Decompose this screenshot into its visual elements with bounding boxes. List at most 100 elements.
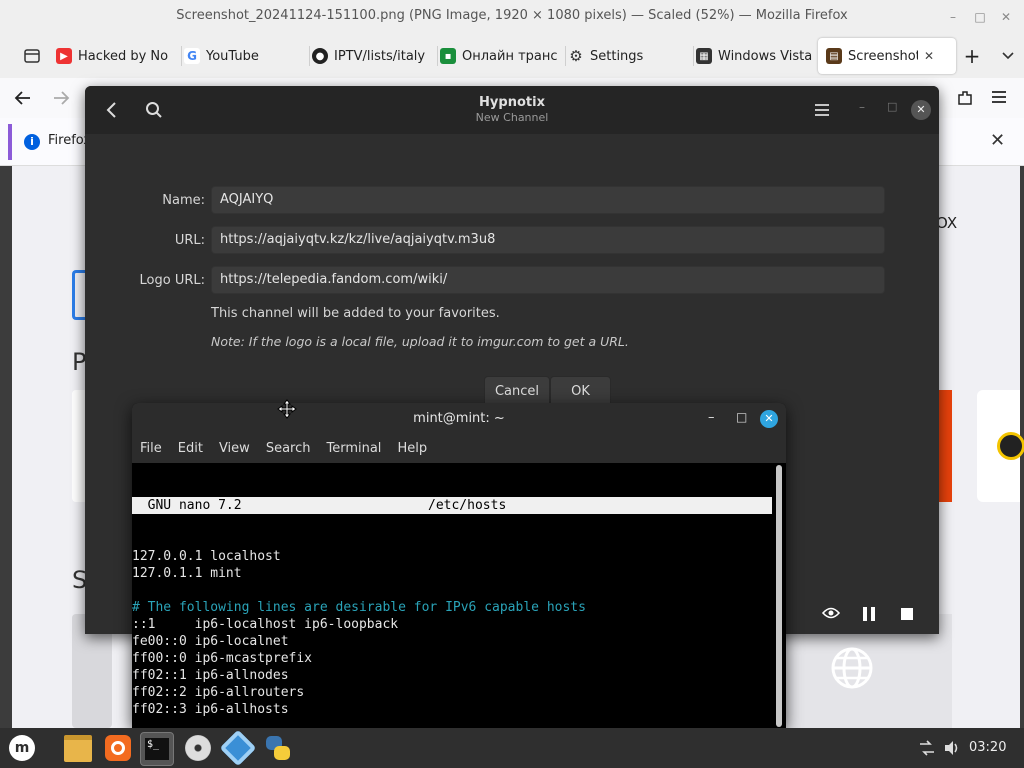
eye-icon[interactable]: [822, 606, 840, 620]
url-field[interactable]: https://aqjaiyqtv.kz/kz/live/aqjaiyqtv.m…: [211, 226, 885, 254]
menu-help[interactable]: Help: [389, 435, 435, 463]
maximize-button[interactable]: □: [971, 8, 989, 26]
minimize-button[interactable]: –: [859, 100, 871, 114]
nano-filename: /etc/hosts: [428, 498, 507, 513]
disc-icon[interactable]: [182, 732, 214, 764]
hypnotix-headerbar: Hypnotix New Channel – □ ✕: [85, 86, 939, 134]
window-title: Hypnotix: [479, 95, 545, 110]
logo-url-label: Logo URL:: [139, 273, 205, 288]
chevron-down-icon: [1002, 52, 1014, 60]
maximize-button[interactable]: □: [887, 100, 899, 113]
windows-icon: ▦: [696, 48, 712, 64]
move-cursor-icon: [277, 399, 297, 419]
nano-editor[interactable]: GNU nano 7.2/etc/hosts 127.0.0.1 localho…: [132, 463, 772, 728]
firefox-icon[interactable]: [102, 732, 134, 764]
firefox-titlebar: Screenshot_20241124-151100.png (PNG Imag…: [0, 0, 1024, 34]
tab-label: YouTube: [206, 48, 259, 64]
window-subtitle: New Channel: [475, 111, 549, 124]
globe-icon: [831, 647, 873, 689]
terminal-window: mint@mint: ~ – □ ✕ File Edit View Search…: [132, 403, 786, 728]
tab-label: Settings: [590, 48, 644, 64]
pause-icon[interactable]: [862, 606, 876, 622]
tab-label: Онлайн транс: [462, 48, 558, 64]
close-notification-icon[interactable]: ✕: [990, 130, 1005, 151]
image-fragment-text: OX: [936, 214, 958, 232]
terminal-titlebar: mint@mint: ~ – □ ✕: [132, 403, 786, 435]
forward-arrow-icon[interactable]: [52, 89, 70, 107]
terminal-menubar: File Edit View Search Terminal Help: [132, 435, 786, 463]
menu-file[interactable]: File: [132, 435, 170, 463]
hosts-line: ff02::1 ip6-allnodes: [132, 668, 289, 683]
nano-content[interactable]: 127.0.0.1 localhost 127.0.1.1 mint # The f…: [132, 548, 772, 718]
terminal-title: mint@mint: ~: [413, 411, 505, 426]
terminal-icon[interactable]: $_: [140, 732, 174, 766]
back-arrow-icon[interactable]: [14, 89, 32, 107]
close-tab-icon[interactable]: ✕: [924, 49, 934, 63]
tab-screenshot[interactable]: ▤ Screenshot ✕: [818, 38, 956, 74]
url-label: URL:: [174, 233, 205, 248]
hosts-line: 127.0.0.1 localhost: [132, 549, 281, 564]
github-icon: ●: [312, 48, 328, 64]
hypnotix-icon[interactable]: [219, 729, 257, 767]
network-icon[interactable]: [918, 740, 936, 756]
maximize-button[interactable]: □: [736, 410, 747, 424]
nano-version: GNU nano 7.2: [132, 498, 242, 513]
hosts-line: fe00::0 ip6-localnet: [132, 634, 289, 649]
hosts-comment-line: # The following lines are desirable for …: [132, 600, 586, 615]
hosts-line: ff00::0 ip6-mcastprefix: [132, 651, 313, 666]
tab-label: IPTV/lists/italy: [334, 48, 426, 64]
files-icon[interactable]: [62, 732, 94, 764]
hamburger-menu-icon[interactable]: [814, 103, 830, 117]
extensions-icon[interactable]: [956, 89, 974, 107]
tab-list-icon: [24, 49, 40, 63]
google-icon: G: [184, 48, 200, 64]
hosts-line: ff02::3 ip6-allhosts: [132, 702, 289, 717]
tab-strip: ▶ Hacked by Nо G YouTube ● IPTV/lists/it…: [0, 34, 1024, 78]
list-all-tabs-button[interactable]: [986, 38, 1024, 74]
image-fragment-card: [977, 390, 1024, 502]
hosts-line: [132, 582, 772, 599]
close-window-button[interactable]: ✕: [997, 8, 1015, 26]
python-icon[interactable]: [262, 732, 294, 764]
mint-menu-icon[interactable]: m: [6, 732, 38, 764]
logo-url-field[interactable]: https://telepedia.fandom.com/wiki/: [211, 266, 885, 294]
volume-icon[interactable]: [943, 739, 961, 757]
hosts-line: 127.0.1.1 mint: [132, 566, 242, 581]
tab-windows-vista[interactable]: ▦ Windows Vista: [688, 38, 826, 74]
gear-icon: ⚙: [569, 47, 583, 65]
tab-settings[interactable]: ⚙ Settings: [560, 38, 694, 74]
taskbar: m $_ 03:20: [0, 728, 1024, 768]
close-window-button[interactable]: ✕: [760, 410, 778, 428]
minimize-button[interactable]: –: [944, 8, 962, 26]
minimize-button[interactable]: –: [708, 410, 715, 425]
tab-label: Hacked by Nо: [78, 48, 169, 64]
logo-note: Note: If the logo is a local file, uploa…: [211, 334, 629, 349]
menu-view[interactable]: View: [211, 435, 258, 463]
youtube-icon: ▶: [56, 48, 72, 64]
nano-header: GNU nano 7.2/etc/hosts: [132, 497, 772, 514]
tab-hacked[interactable]: ▶ Hacked by Nо: [48, 38, 182, 74]
tab-iptv[interactable]: ● IPTV/lists/italy: [304, 38, 438, 74]
app-logo-icon: [997, 432, 1024, 460]
tab-label: Screenshot: [848, 48, 918, 64]
terminal-scrollbar[interactable]: [776, 465, 782, 727]
name-label: Name:: [162, 193, 205, 208]
menu-search[interactable]: Search: [258, 435, 319, 463]
tv-icon: ▪: [440, 48, 456, 64]
image-icon: ▤: [826, 48, 842, 64]
menu-terminal[interactable]: Terminal: [318, 435, 389, 463]
hosts-line: ::1 ip6-localhost ip6-loopback: [132, 617, 399, 632]
window-title: Screenshot_20241124-151100.png (PNG Imag…: [176, 8, 848, 23]
hosts-line: ff02::2 ip6-allrouters: [132, 685, 305, 700]
close-window-button[interactable]: ✕: [911, 100, 931, 120]
tab-youtube[interactable]: G YouTube: [176, 38, 310, 74]
name-field[interactable]: AQJAIYQ: [211, 186, 885, 214]
tab-label: Windows Vista: [718, 48, 813, 64]
stop-icon[interactable]: [900, 607, 914, 621]
info-icon: i: [24, 134, 40, 150]
tab-online[interactable]: ▪ Онлайн транс: [432, 38, 566, 74]
favorites-info: This channel will be added to your favor…: [211, 306, 500, 321]
hamburger-menu-icon[interactable]: [991, 89, 1007, 105]
menu-edit[interactable]: Edit: [170, 435, 211, 463]
clock[interactable]: 03:20: [969, 740, 1006, 755]
